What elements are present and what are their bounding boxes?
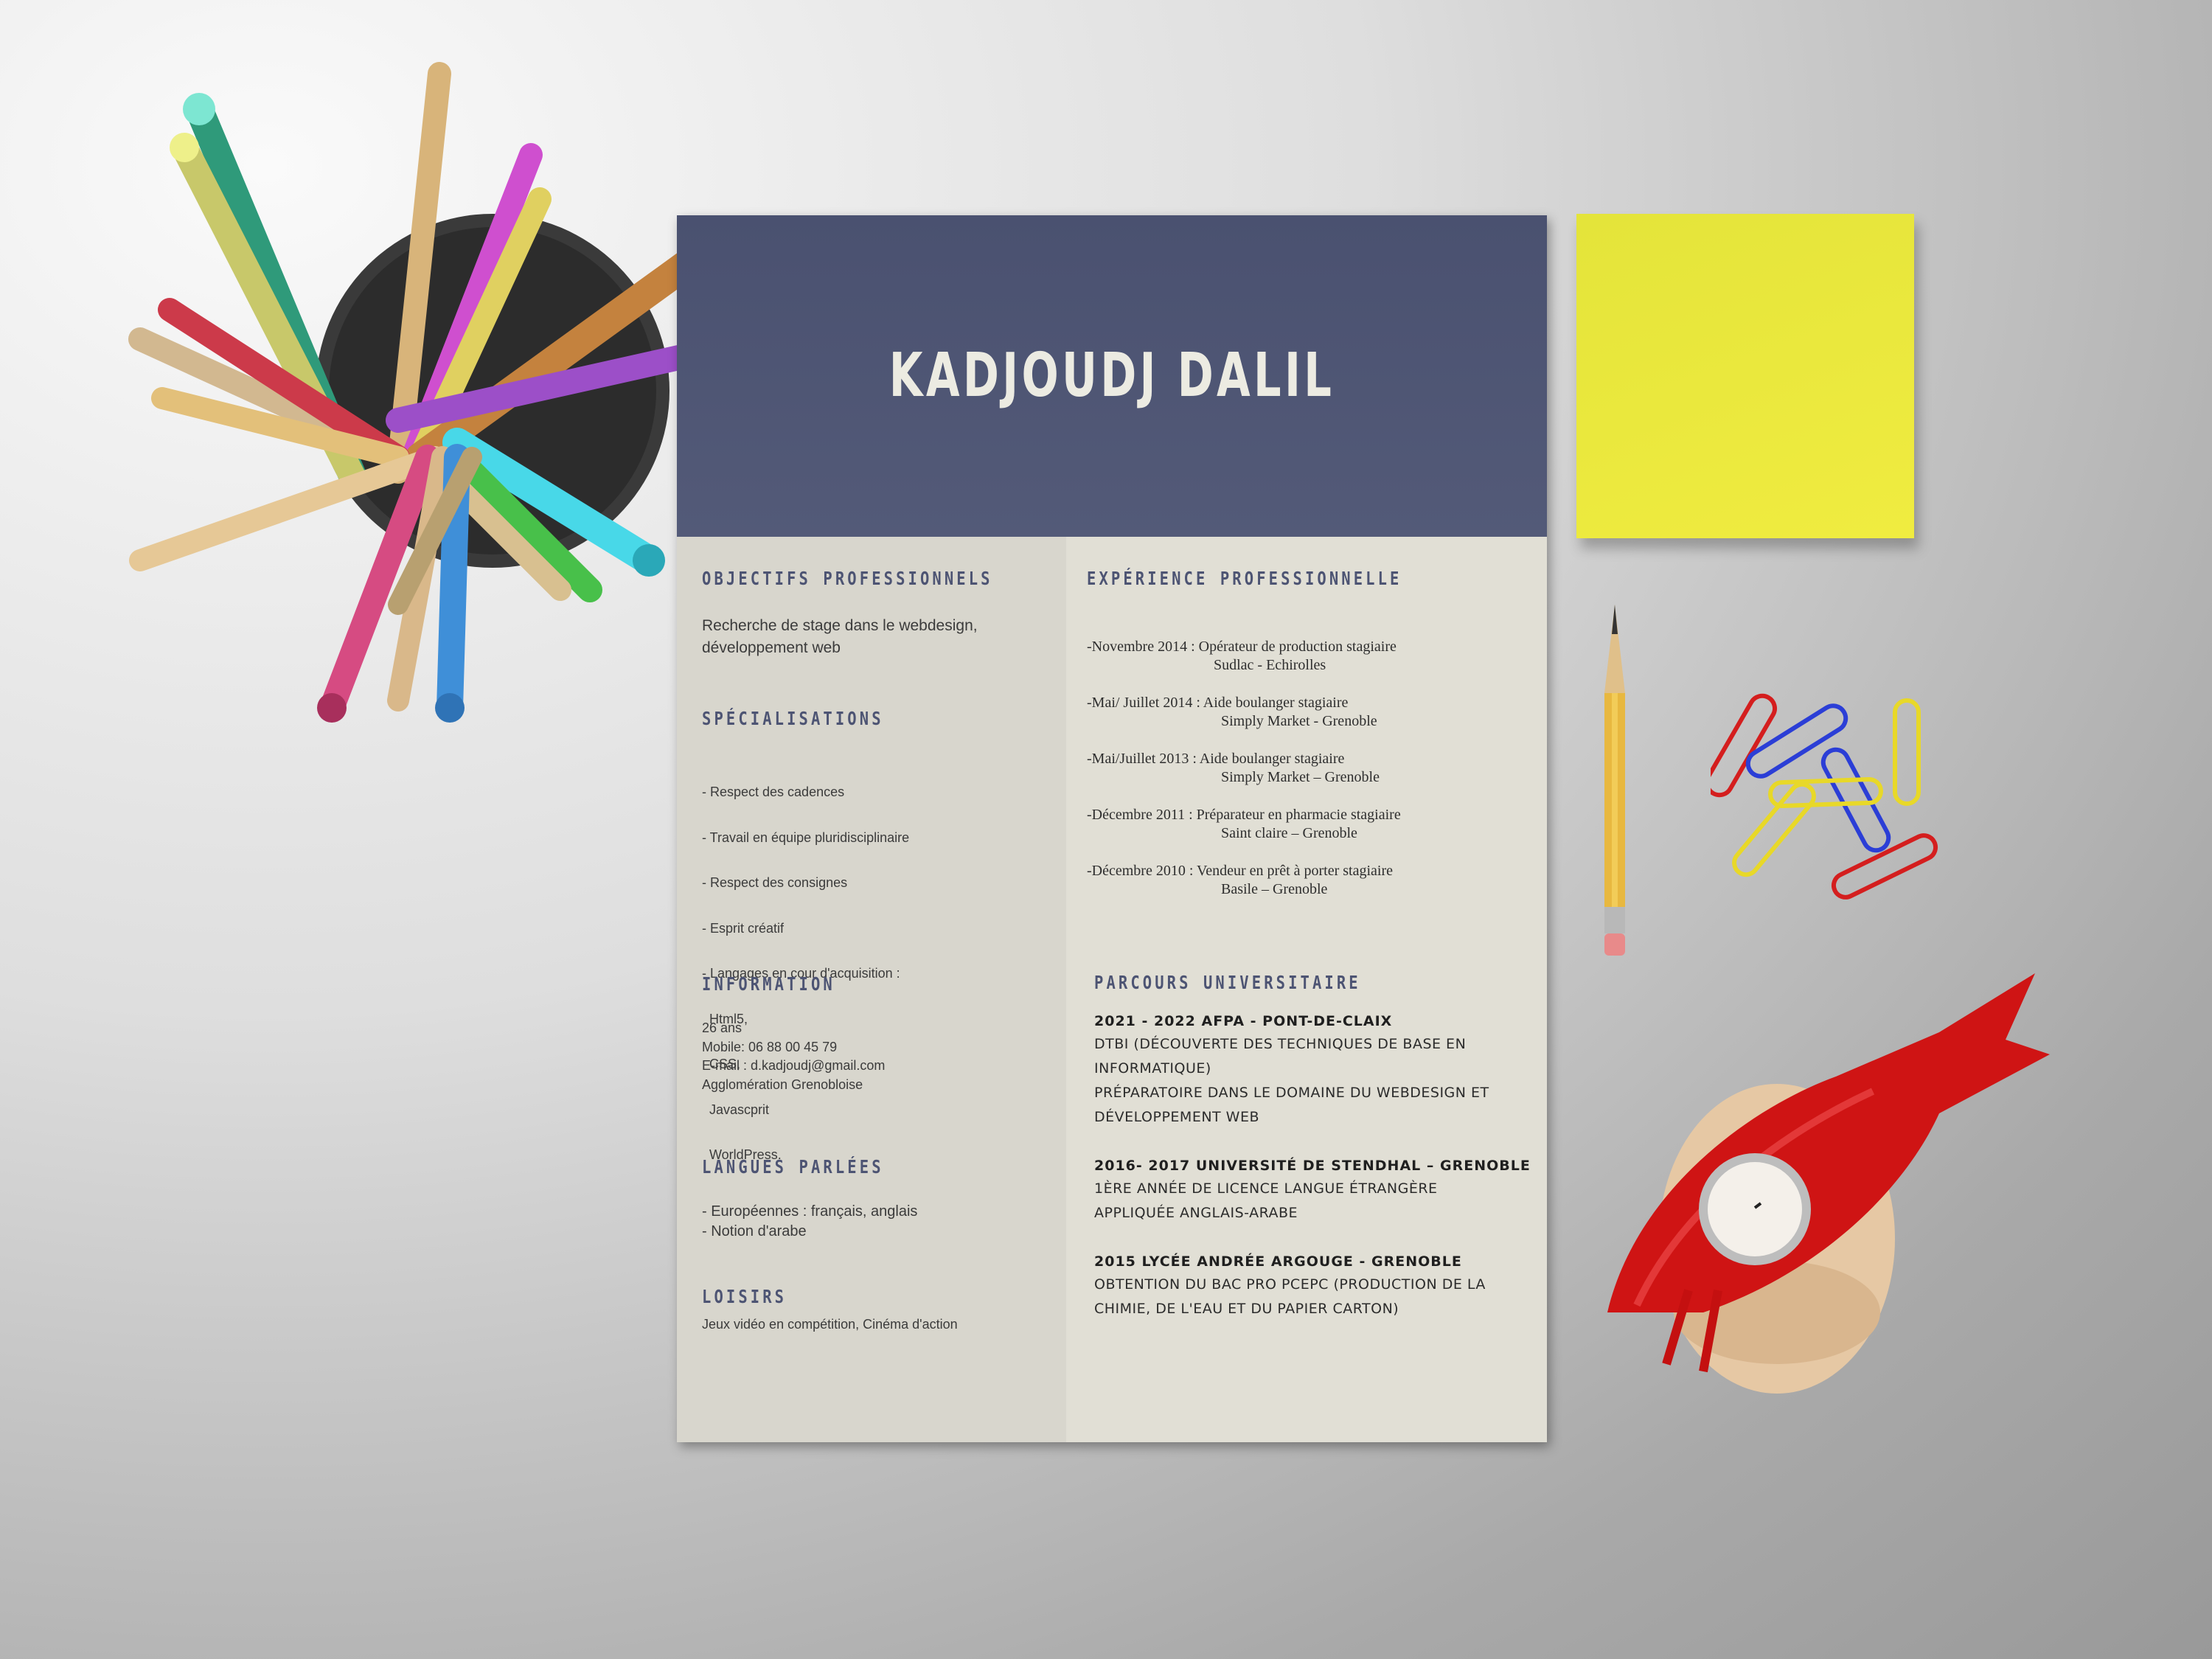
parcours-entry: 2021 - 2022 AFPA - PONT-DE-CLAIX DTBI (D… bbox=[1094, 1013, 1489, 1130]
objectifs-line: développement web bbox=[702, 639, 841, 656]
experience-entry: -Décembre 2011 : Préparateur en pharmaci… bbox=[1087, 807, 1401, 843]
parcours-entry-head: 2016- 2017 UNIVERSITÉ DE STENDHAL – GREN… bbox=[1094, 1158, 1531, 1174]
parcours-title: PARCOURS UNIVERSITAIRE bbox=[1094, 972, 1361, 993]
info-line: Agglomération Grenobloise bbox=[702, 1077, 863, 1092]
experience-entry: -Décembre 2010 : Vendeur en prêt à porte… bbox=[1087, 863, 1393, 899]
list-item: - Travail en équipe pluridisciplinaire bbox=[702, 830, 910, 845]
parcours-entry-head: 2021 - 2022 AFPA - PONT-DE-CLAIX bbox=[1094, 1013, 1393, 1029]
information-text: 26 ans Mobile: 06 88 00 45 79 E-mail : d… bbox=[702, 1019, 885, 1094]
sticky-note bbox=[1576, 214, 1914, 538]
parcours-line: OBTENTION DU BAC PRO PCEPC (PRODUCTION D… bbox=[1094, 1276, 1486, 1293]
experience-line: -Novembre 2014 : Opérateur de production… bbox=[1087, 639, 1397, 655]
experience-line: -Mai/Juillet 2013 : Aide boulanger stagi… bbox=[1087, 751, 1345, 767]
langues-line: - Notion d'arabe bbox=[702, 1223, 807, 1239]
loisirs-text: Jeux vidéo en compétition, Cinéma d'acti… bbox=[702, 1317, 958, 1332]
loisirs-title: LOISIRS bbox=[702, 1286, 787, 1307]
experience-entry: -Novembre 2014 : Opérateur de production… bbox=[1087, 639, 1397, 675]
specialisations-title: SPÉCIALISATIONS bbox=[702, 708, 884, 729]
parcours-line: PRÉPARATOIRE DANS LE DOMAINE DU WEBDESIG… bbox=[1094, 1085, 1489, 1101]
paperclips-icon bbox=[1711, 693, 1938, 900]
parcours-entry: 2016- 2017 UNIVERSITÉ DE STENDHAL – GREN… bbox=[1094, 1158, 1531, 1225]
experience-line: -Mai/ Juillet 2014 : Aide boulanger stag… bbox=[1087, 695, 1349, 711]
info-line: E-mail : d.kadjoudj@gmail.com bbox=[702, 1058, 886, 1073]
list-item: - Respect des consignes bbox=[702, 875, 848, 890]
experience-place: Simply Market – Grenoble bbox=[1221, 769, 1380, 785]
parcours-line: DTBI (DÉCOUVERTE DES TECHNIQUES DE BASE … bbox=[1094, 1036, 1467, 1052]
experience-place: Sudlac - Echirolles bbox=[1214, 657, 1326, 673]
parcours-line: INFORMATIQUE) bbox=[1094, 1060, 1211, 1077]
parcours-line: CHIMIE, DE L'EAU ET DU PAPIER CARTON) bbox=[1094, 1301, 1399, 1317]
information-title: INFORMATION bbox=[702, 973, 835, 995]
parcours-line: DÉVELOPPEMENT WEB bbox=[1094, 1109, 1260, 1125]
list-item: - Esprit créatif bbox=[702, 920, 785, 936]
parcours-entry: 2015 LYCÉE ANDRÉE ARGOUGE - GRENOBLE OBT… bbox=[1094, 1253, 1486, 1321]
langues-text: - Européennes : français, anglais - Noti… bbox=[702, 1202, 917, 1242]
list-item: - Respect des cadences bbox=[702, 785, 845, 799]
experience-place: Basile – Grenoble bbox=[1221, 881, 1328, 897]
objectifs-line: Recherche de stage dans le webdesign, bbox=[702, 617, 978, 634]
experience-line: -Décembre 2011 : Préparateur en pharmaci… bbox=[1087, 807, 1401, 823]
list-item: Javascprit bbox=[702, 1102, 770, 1117]
langues-title: LANGUES PARLÉES bbox=[702, 1156, 884, 1178]
parcours-line: 1ÈRE ANNÉE DE LICENCE LANGUE ÉTRANGÈRE bbox=[1094, 1180, 1438, 1197]
langues-line: - Européennes : français, anglais bbox=[702, 1203, 918, 1220]
experience-line: -Décembre 2010 : Vendeur en prêt à porte… bbox=[1087, 863, 1394, 879]
info-line: 26 ans bbox=[702, 1020, 742, 1035]
parcours-line: APPLIQUÉE ANGLAIS-ARABE bbox=[1094, 1205, 1298, 1221]
info-line: Mobile: 06 88 00 45 79 bbox=[702, 1039, 838, 1054]
pencil-cup-icon bbox=[128, 62, 757, 723]
parcours-entry-head: 2015 LYCÉE ANDRÉE ARGOUGE - GRENOBLE bbox=[1094, 1253, 1462, 1270]
experience-title: EXPÉRIENCE PROFESSIONNELLE bbox=[1087, 568, 1402, 589]
bird-candle-holder-icon bbox=[1607, 973, 2050, 1394]
experience-place: Simply Market - Grenoble bbox=[1221, 713, 1377, 729]
resume-paper: KADJOUDJ DALIL OBJECTIFS PROFESSIONNELS … bbox=[677, 215, 1547, 1442]
experience-entry: -Mai/Juillet 2013 : Aide boulanger stagi… bbox=[1087, 751, 1380, 787]
pencil-icon bbox=[1604, 605, 1625, 956]
objectifs-title: OBJECTIFS PROFESSIONNELS bbox=[702, 568, 993, 589]
experience-entry: -Mai/ Juillet 2014 : Aide boulanger stag… bbox=[1087, 695, 1377, 731]
experience-place: Saint claire – Grenoble bbox=[1221, 825, 1357, 841]
objectifs-text: Recherche de stage dans le webdesign, dé… bbox=[702, 615, 978, 659]
resume-name: KADJOUDJ DALIL bbox=[888, 341, 1335, 411]
